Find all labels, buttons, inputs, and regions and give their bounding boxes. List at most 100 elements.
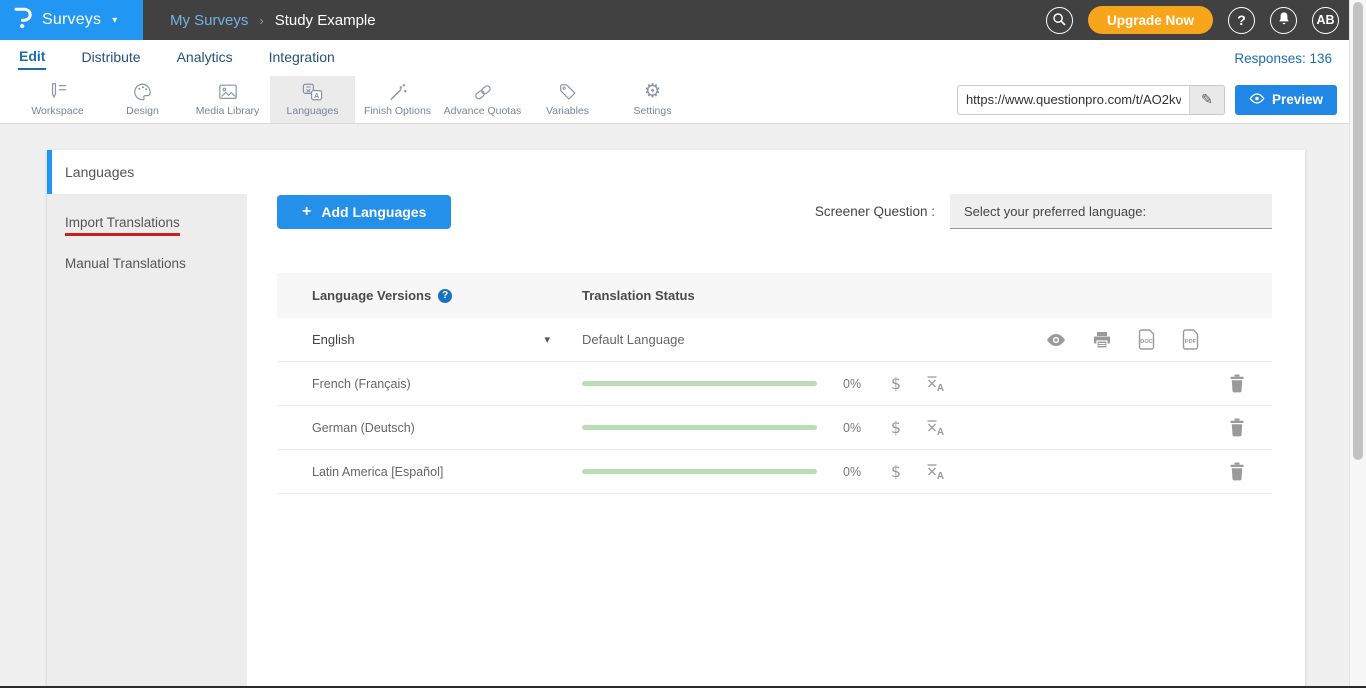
brand-menu[interactable]: Surveys ▾ xyxy=(0,0,143,40)
svg-text:A: A xyxy=(314,91,320,100)
screener-question-label: Screener Question : xyxy=(815,204,935,219)
svg-text:PDF: PDF xyxy=(1185,339,1197,345)
image-icon xyxy=(217,82,239,102)
survey-url-input[interactable] xyxy=(958,92,1189,107)
delete-trash-icon[interactable] xyxy=(1229,418,1245,437)
delete-trash-icon[interactable] xyxy=(1229,462,1245,481)
translation-progress-bar xyxy=(582,469,817,474)
breadcrumb-current: Study Example xyxy=(275,12,376,29)
default-language-status: Default Language xyxy=(582,332,685,347)
auto-translate-icon[interactable]: A xyxy=(926,419,946,436)
sidebar-item-label: Import Translations xyxy=(65,215,180,236)
sidebar-item-languages[interactable]: Languages xyxy=(47,150,247,194)
toolbar-label: Advance Quotas xyxy=(444,105,522,117)
table-header: Language Versions ? Translation Status xyxy=(277,273,1272,318)
sidebar-title: Languages xyxy=(65,164,134,180)
add-languages-button[interactable]: + Add Languages xyxy=(277,195,451,229)
translation-percent: 0% xyxy=(843,377,871,391)
export-doc-icon[interactable]: DOC xyxy=(1137,329,1156,350)
table-row-language: German (Deutsch) 0% $ A xyxy=(277,406,1272,450)
tab-edit[interactable]: Edit xyxy=(18,46,46,70)
table-row-language: Latin America [Español] 0% $ A xyxy=(277,450,1272,494)
breadcrumb: My Surveys › Study Example xyxy=(170,0,376,40)
edit-url-button[interactable]: ✎ xyxy=(1189,86,1224,114)
breadcrumb-my-surveys[interactable]: My Surveys xyxy=(170,12,248,29)
col-translation-status: Translation Status xyxy=(582,288,695,303)
search-icon xyxy=(1051,11,1067,30)
toolbar-item-design[interactable]: Design xyxy=(100,76,185,123)
chain-links-icon xyxy=(472,82,494,102)
add-languages-label: Add Languages xyxy=(321,204,426,220)
toolbar-item-finish-options[interactable]: Finish Options xyxy=(355,76,440,123)
language-name: French (Français) xyxy=(312,377,411,391)
panel-sidebar: Languages Import Translations Manual Tra… xyxy=(47,150,247,688)
breadcrumb-separator-icon: › xyxy=(259,13,263,28)
plus-icon: + xyxy=(302,203,311,221)
pencil-icon: ✎ xyxy=(1201,91,1213,108)
help-icon[interactable]: ? xyxy=(438,289,452,303)
tab-distribute[interactable]: Distribute xyxy=(80,47,141,69)
scrollbar-thumb[interactable] xyxy=(1353,2,1363,460)
eye-icon xyxy=(1249,92,1265,107)
notifications-button[interactable] xyxy=(1270,7,1297,34)
toolbar-label: Languages xyxy=(287,105,339,117)
survey-url-box: ✎ xyxy=(957,85,1225,115)
sidebar-item-manual-translations[interactable]: Manual Translations xyxy=(47,243,247,284)
translation-percent: 0% xyxy=(843,421,871,435)
workspace-icon xyxy=(47,82,69,102)
toolbar-label: Variables xyxy=(546,105,589,117)
screener-question-select[interactable]: Select your preferred language: xyxy=(950,194,1272,229)
auto-translate-icon[interactable]: A xyxy=(926,463,946,480)
paid-translation-icon[interactable]: $ xyxy=(886,418,906,437)
translation-progress-bar xyxy=(582,381,817,386)
toolbar-label: Media Library xyxy=(196,105,260,117)
delete-trash-icon[interactable] xyxy=(1229,374,1245,393)
sidebar-item-label: Manual Translations xyxy=(65,256,186,271)
svg-text:DOC: DOC xyxy=(1140,339,1152,345)
search-button[interactable] xyxy=(1046,7,1073,34)
toolbar-label: Settings xyxy=(634,105,672,117)
preview-label: Preview xyxy=(1272,92,1323,107)
default-language-name: English xyxy=(312,332,355,347)
auto-translate-icon[interactable]: A xyxy=(926,375,946,392)
view-eye-icon[interactable] xyxy=(1045,333,1067,347)
tab-integration[interactable]: Integration xyxy=(268,47,336,69)
language-name: German (Deutsch) xyxy=(312,421,415,435)
print-icon[interactable] xyxy=(1092,331,1112,349)
export-pdf-icon[interactable]: PDF xyxy=(1181,329,1200,350)
translation-progress-bar xyxy=(582,425,817,430)
svg-text:A: A xyxy=(937,471,944,480)
top-bar: Surveys ▾ My Surveys › Study Example Upg… xyxy=(0,0,1366,40)
preview-button[interactable]: Preview xyxy=(1235,85,1337,115)
tab-analytics[interactable]: Analytics xyxy=(176,47,234,69)
toolbar-label: Design xyxy=(126,105,159,117)
toolbar-item-workspace[interactable]: Workspace xyxy=(15,76,100,123)
survey-link-group: ✎ Preview xyxy=(957,76,1366,123)
panel-main: + Add Languages Screener Question : Sele… xyxy=(247,150,1305,688)
screener-question-group: Screener Question : Select your preferre… xyxy=(815,194,1272,229)
question-mark-icon: ? xyxy=(1237,12,1246,28)
toolbar-item-languages[interactable]: A Languages xyxy=(270,76,355,123)
page-content: Languages Import Translations Manual Tra… xyxy=(0,124,1366,688)
avatar[interactable]: AB xyxy=(1312,7,1339,34)
help-button[interactable]: ? xyxy=(1228,7,1255,34)
toolbar-label: Finish Options xyxy=(364,105,431,117)
toolbar-label: Workspace xyxy=(31,105,83,117)
toolbar-item-media-library[interactable]: Media Library xyxy=(185,76,270,123)
translation-percent: 0% xyxy=(843,465,871,479)
sidebar-item-import-translations[interactable]: Import Translations xyxy=(47,202,247,243)
upgrade-now-button[interactable]: Upgrade Now xyxy=(1088,6,1213,34)
palette-icon xyxy=(132,82,153,102)
chevron-down-icon[interactable]: ▾ xyxy=(544,333,550,346)
questionpro-logo-icon xyxy=(13,5,33,35)
toolbar-item-variables[interactable]: Variables xyxy=(525,76,610,123)
col-language-versions: Language Versions xyxy=(312,288,431,303)
paid-translation-icon[interactable]: $ xyxy=(886,462,906,481)
bell-icon xyxy=(1277,11,1291,29)
vertical-scrollbar[interactable] xyxy=(1349,0,1366,688)
toolbar-item-settings[interactable]: ⚙ Settings xyxy=(610,76,695,123)
toolbar-item-advance-quotas[interactable]: Advance Quotas xyxy=(440,76,525,123)
responses-count[interactable]: Responses: 136 xyxy=(1234,51,1336,66)
language-name: Latin America [Español] xyxy=(312,465,443,479)
paid-translation-icon[interactable]: $ xyxy=(886,374,906,393)
